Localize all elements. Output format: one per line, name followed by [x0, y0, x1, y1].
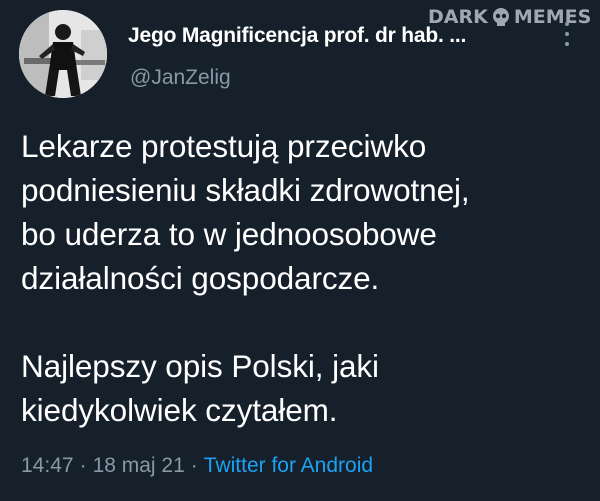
tweet-date[interactable]: 18 maj 21 [93, 454, 185, 477]
tweet-meta: 14:47 · 18 maj 21 · Twitter for Android [21, 454, 373, 478]
tweet-paragraph: Najlepszy opis Polski, jaki kiedykolwiek… [21, 348, 379, 428]
separator: · [190, 454, 198, 477]
dot-icon [565, 32, 569, 36]
tweet-source-link[interactable]: Twitter for Android [204, 454, 373, 477]
dot-icon [565, 42, 569, 46]
display-name[interactable]: Jego Magnificencja prof. dr hab. ... [128, 24, 466, 48]
tweet-time[interactable]: 14:47 [21, 454, 74, 477]
dot-icon [565, 22, 569, 26]
more-options-icon[interactable] [560, 22, 574, 46]
watermark-text-right: MEMES [513, 6, 592, 28]
watermark-text-left: DARK [428, 6, 488, 28]
user-handle[interactable]: @JanZelig [130, 66, 231, 90]
skull-icon [490, 6, 512, 28]
separator: · [79, 454, 87, 477]
tweet-paragraph: Lekarze protestują przeciwko podniesieni… [21, 128, 470, 296]
tweet-text: Lekarze protestują przeciwko podniesieni… [21, 124, 591, 432]
profile-photo-icon [19, 10, 107, 98]
tweet-card: Jego Magnificencja prof. dr hab. ... @Ja… [0, 0, 600, 501]
avatar[interactable] [19, 10, 107, 98]
